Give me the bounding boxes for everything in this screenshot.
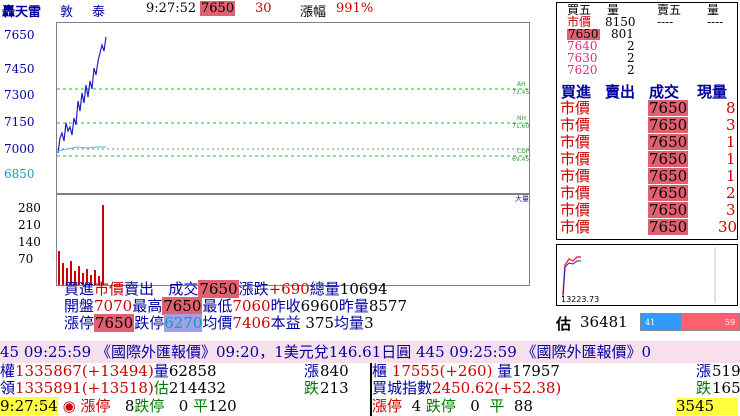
record-icon[interactable]: ◉	[63, 397, 76, 415]
mkt-row: 9:27:54 ◉ 漲停 8跌停 0 平120	[0, 397, 237, 415]
mkt-row: 買城指數2450.62(+52.38)	[372, 379, 562, 397]
header-extra2: 泰	[92, 5, 106, 20]
nh-label: NH	[517, 115, 526, 122]
price-chart[interactable]: AH 73.45 NH 71.60 CDP 69.45 大量	[56, 22, 530, 286]
svg-text:73.45: 73.45	[512, 89, 529, 96]
mkt-row: 領1335891(+13518)估214432	[0, 379, 227, 397]
y-tick: 6850	[4, 167, 35, 181]
svg-text:69.45: 69.45	[512, 156, 529, 163]
price-line	[57, 36, 107, 154]
header-price: 7650	[200, 1, 236, 16]
gu-label: 估	[556, 315, 572, 333]
vol-tick: 280	[18, 201, 41, 215]
info-row-3: 漲停7650跌停6270均價7406本益 375均量3	[64, 314, 374, 332]
mkt-row: 櫃 17555(+260) 量17957	[372, 362, 560, 380]
market-left: 權1335867(+13494)量62858 漲 840 領1335891(+1…	[0, 363, 372, 416]
info-row-1: 買進市價賣出 成交7650漲跌+690總量10694	[64, 280, 388, 298]
vol-marker: 大量	[515, 194, 529, 203]
quote-row: 7620 2	[567, 63, 635, 77]
header-pct: 991%	[336, 1, 374, 16]
vol-tick: 70	[18, 252, 34, 266]
vol-tick: 140	[18, 235, 41, 249]
svg-text:71.60: 71.60	[512, 123, 529, 130]
cdp-label: CDP	[517, 148, 529, 155]
mini-value: 13223.73	[561, 295, 599, 304]
title-bar: 轟天雷 敦 泰 9:27:52 7650 30 漲幅 991%	[0, 0, 540, 20]
volume-bars	[58, 205, 104, 285]
gu-value: 36481	[580, 313, 628, 331]
mkt-row: 漲停 4 跌停 0 平 88	[372, 397, 533, 415]
ratio-left: 41	[645, 318, 656, 327]
stock-name: 轟天雷	[2, 5, 42, 20]
mkt-row: 權1335867(+13494)量62858	[0, 362, 217, 380]
header-pct-label: 漲幅	[300, 5, 327, 20]
index-box: 3545	[676, 398, 738, 415]
trades-list: 市價 7650 8 市價 7650 3 市價 7650 1 市價 7650 1 …	[560, 99, 738, 236]
y-tick: 7300	[4, 88, 35, 102]
vol-tick: 210	[18, 218, 41, 232]
y-tick: 7450	[4, 62, 35, 76]
ticker-text: 45 09:25:59 《國際外匯報價》09:20，1美元兌146.61日圓 4…	[0, 343, 652, 361]
price-chart-svg: AH 73.45 NH 71.60 CDP 69.45 大量	[57, 36, 530, 285]
ah-label: AH	[517, 81, 526, 88]
ratio-bar: 41 59	[640, 313, 740, 331]
y-tick: 7650	[4, 28, 35, 42]
header-change: 30	[255, 1, 272, 16]
y-tick: 7150	[4, 115, 35, 129]
news-ticker[interactable]: 45 09:25:59 《國際外匯報價》09:20，1美元兌146.61日圓 4…	[0, 341, 740, 363]
clock: 9:27:54	[0, 397, 58, 415]
ratio-right: 59	[725, 318, 736, 327]
info-row-2: 開盤7070最高7650最低7060昨收6960昨量8577	[64, 297, 408, 315]
header-time: 9:27:52	[146, 1, 197, 16]
mini-chart[interactable]: 13223.73	[556, 244, 738, 306]
market-right: 櫃 17555(+260) 量17957 漲 519 買城指數2450.62(+…	[372, 362, 740, 415]
y-tick: 7000	[4, 142, 35, 156]
mini-chart-svg: 13223.73	[561, 247, 716, 304]
header-extra: 敦	[60, 5, 74, 20]
